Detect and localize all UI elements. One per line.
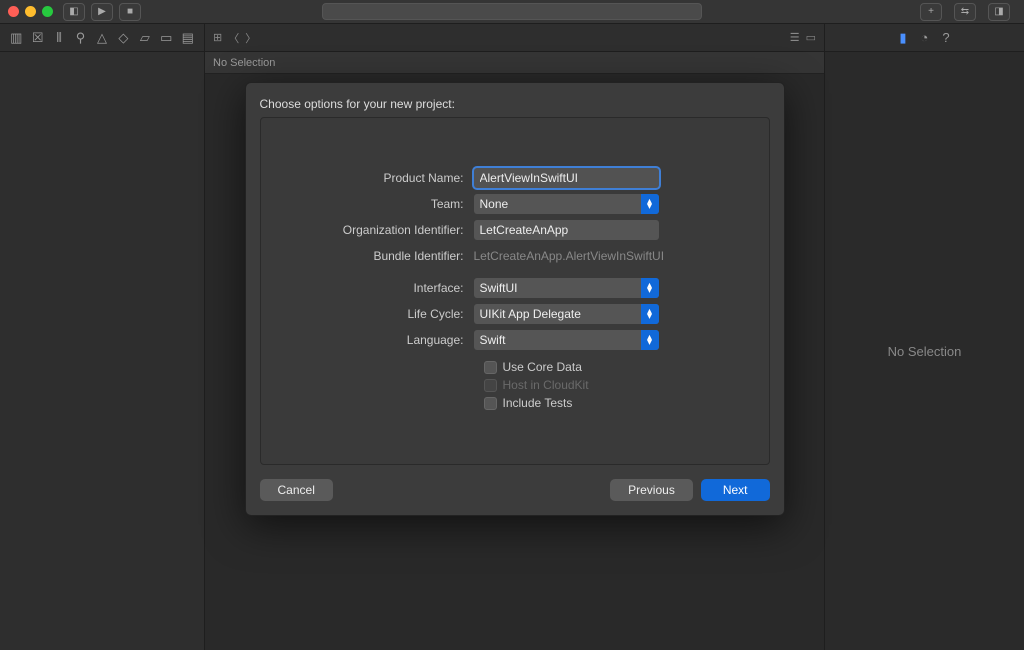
bundle-id-value: LetCreateAnApp.AlertViewInSwiftUI	[474, 246, 659, 266]
product-name-input[interactable]	[474, 168, 659, 188]
sheet-form: Product Name: Team: None ▴▾ Org	[260, 117, 770, 465]
chevron-updown-icon: ▴▾	[641, 278, 659, 298]
breakpoint-navigator-icon[interactable]: ▭	[160, 30, 172, 46]
toggle-navigator-button[interactable]: ◧	[63, 3, 85, 21]
back-icon[interactable]: 〈	[228, 30, 239, 46]
interface-select[interactable]: SwiftUI ▴▾	[474, 278, 659, 298]
include-tests-checkbox[interactable]	[484, 397, 497, 410]
add-button[interactable]: +	[920, 3, 942, 21]
library-button[interactable]: ⇆	[954, 3, 976, 21]
zoom-window-button[interactable]	[42, 6, 53, 17]
stop-button[interactable]: ■	[119, 3, 141, 21]
life-cycle-select[interactable]: UIKit App Delegate ▴▾	[474, 304, 659, 324]
editor-options-icon[interactable]: ☰	[790, 31, 800, 44]
help-inspector-icon[interactable]: ?	[942, 30, 949, 45]
symbol-navigator-icon[interactable]: ⫴	[53, 30, 65, 46]
main-area: No Selection Choose options for your new…	[0, 52, 1024, 650]
minimize-window-button[interactable]	[25, 6, 36, 17]
run-button[interactable]: ▶	[91, 3, 113, 21]
activity-view[interactable]	[322, 3, 702, 20]
inspector-empty-text: No Selection	[888, 344, 962, 359]
find-navigator-icon[interactable]: ⚲	[74, 30, 86, 46]
traffic-lights	[8, 6, 53, 17]
new-project-options-sheet: Choose options for your new project: Pro…	[245, 82, 785, 516]
editor-tab-bar: ⊞ 〈 〉 ☰ ▭	[205, 24, 824, 51]
secondary-toolbar: ▥ ☒ ⫴ ⚲ △ ◇ ▱ ▭ ▤ ⊞ 〈 〉 ☰ ▭ ▮ ◔ ?	[0, 24, 1024, 52]
navigator-sidebar	[0, 52, 205, 650]
life-cycle-label: Life Cycle:	[289, 307, 474, 321]
interface-label: Interface:	[289, 281, 474, 295]
project-navigator-icon[interactable]: ▥	[10, 30, 22, 46]
team-select-value: None	[480, 197, 509, 211]
language-label: Language:	[289, 333, 474, 347]
previous-button[interactable]: Previous	[610, 479, 693, 501]
adjust-editor-icon[interactable]: ▭	[806, 31, 816, 44]
inspector-panel: No Selection	[824, 52, 1024, 650]
report-navigator-icon[interactable]: ▤	[182, 30, 194, 46]
sheet-title: Choose options for your new project:	[260, 97, 770, 111]
host-cloudkit-checkbox	[484, 379, 497, 392]
team-label: Team:	[289, 197, 474, 211]
org-id-input[interactable]	[474, 220, 659, 240]
org-id-label: Organization Identifier:	[289, 223, 474, 237]
use-core-data-label: Use Core Data	[503, 360, 582, 374]
interface-select-value: SwiftUI	[480, 281, 518, 295]
inspector-selector-bar: ▮ ◔ ?	[824, 24, 1024, 51]
host-cloudkit-label: Host in CloudKit	[503, 378, 589, 392]
related-items-icon[interactable]: ⊞	[213, 31, 222, 44]
jump-bar: No Selection	[205, 52, 824, 74]
cancel-button[interactable]: Cancel	[260, 479, 333, 501]
editor-area: No Selection Choose options for your new…	[205, 52, 824, 650]
sheet-button-row: Cancel Previous Next	[260, 479, 770, 501]
team-select[interactable]: None ▴▾	[474, 194, 659, 214]
bundle-id-label: Bundle Identifier:	[289, 249, 474, 263]
include-tests-label: Include Tests	[503, 396, 573, 410]
chevron-updown-icon: ▴▾	[641, 194, 659, 214]
next-button[interactable]: Next	[701, 479, 770, 501]
language-select[interactable]: Swift ▴▾	[474, 330, 659, 350]
navigator-selector-bar: ▥ ☒ ⫴ ⚲ △ ◇ ▱ ▭ ▤	[0, 24, 205, 51]
product-name-label: Product Name:	[289, 171, 474, 185]
source-control-navigator-icon[interactable]: ☒	[31, 30, 43, 46]
jump-bar-text: No Selection	[213, 57, 275, 69]
close-window-button[interactable]	[8, 6, 19, 17]
window-titlebar: ◧ ▶ ■ + ⇆ ◨	[0, 0, 1024, 24]
language-select-value: Swift	[480, 333, 506, 347]
toggle-inspector-button[interactable]: ◨	[988, 3, 1010, 21]
file-inspector-icon[interactable]: ▮	[899, 30, 906, 46]
life-cycle-select-value: UIKit App Delegate	[480, 307, 581, 321]
debug-navigator-icon[interactable]: ▱	[139, 30, 151, 46]
chevron-updown-icon: ▴▾	[641, 330, 659, 350]
use-core-data-checkbox[interactable]	[484, 361, 497, 374]
chevron-updown-icon: ▴▾	[641, 304, 659, 324]
test-navigator-icon[interactable]: ◇	[117, 30, 129, 46]
forward-icon[interactable]: 〉	[245, 30, 256, 46]
issue-navigator-icon[interactable]: △	[96, 30, 108, 46]
history-inspector-icon[interactable]: ◔	[921, 30, 929, 45]
